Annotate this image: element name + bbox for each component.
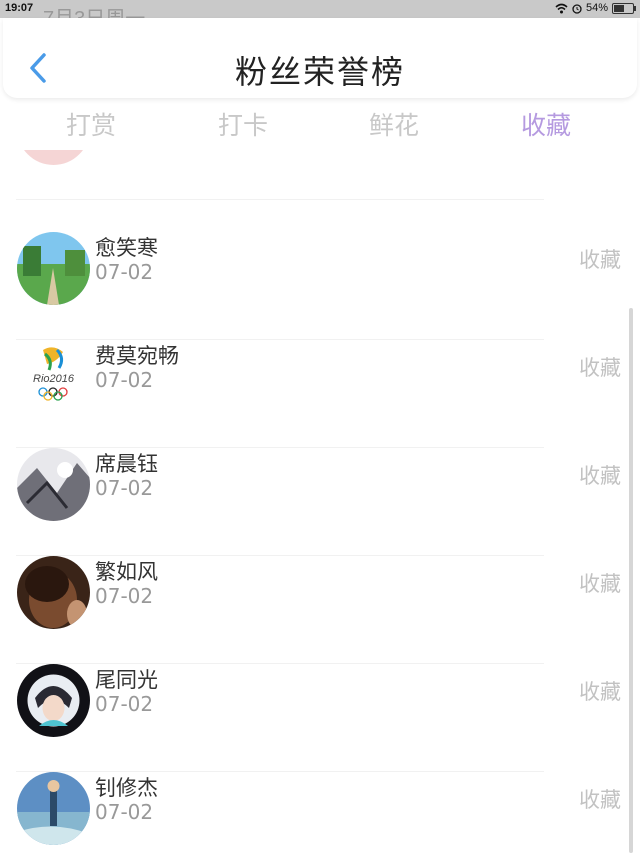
page-title: 粉丝荣誉榜	[234, 53, 405, 91]
list-item[interactable]: 尾同光 07-02 收藏	[0, 664, 624, 772]
battery-percent: 54%	[585, 2, 608, 14]
fan-action-label: 收藏	[579, 248, 621, 272]
list-item[interactable]: 07-02	[0, 150, 624, 200]
list-item[interactable]: 繁如风 07-02 收藏	[0, 556, 624, 664]
fan-name: 席晨钰	[95, 452, 158, 476]
avatar	[17, 150, 90, 165]
fan-list[interactable]: 07-02 愈笑寒 07-02 收藏 Rio2016	[0, 150, 624, 853]
alarm-icon	[572, 3, 582, 14]
fan-action-label: 收藏	[579, 464, 621, 488]
avatar	[17, 664, 90, 737]
battery-icon	[612, 2, 636, 14]
fan-date: 07-02	[95, 800, 154, 824]
row-divider	[16, 199, 544, 200]
list-item[interactable]: 钊修杰 07-02 收藏	[0, 772, 624, 853]
wifi-icon	[555, 3, 568, 13]
list-item[interactable]: 愈笑寒 07-02 收藏	[0, 232, 624, 340]
fan-action-label: 收藏	[579, 356, 621, 380]
fan-date: 07-02	[95, 476, 154, 500]
tab-bar: 打赏 打卡 鲜花 收藏	[0, 106, 640, 146]
tab-reward[interactable]: 打赏	[41, 106, 141, 142]
svg-text:Rio2016: Rio2016	[33, 373, 75, 385]
list-item[interactable]: Rio2016 费莫宛畅 07-02 收藏	[0, 340, 624, 448]
fan-action-label: 收藏	[579, 572, 621, 596]
avatar: Rio2016	[17, 340, 90, 413]
tab-checkin[interactable]: 打卡	[193, 106, 293, 142]
list-item[interactable]: 席晨钰 07-02 收藏	[0, 448, 624, 556]
status-time: 19:07	[5, 2, 34, 14]
fan-date: 07-02	[95, 260, 154, 284]
fan-date: 07-02	[95, 368, 154, 392]
fan-name: 愈笑寒	[95, 236, 158, 260]
fan-action-label: 收藏	[579, 680, 621, 704]
fan-date: 07-02	[95, 584, 154, 608]
fan-name: 尾同光	[95, 668, 158, 692]
scrollbar[interactable]	[629, 308, 633, 853]
fan-name: 费莫宛畅	[95, 344, 179, 368]
fan-name: 钊修杰	[95, 776, 158, 800]
fan-date: 07-02	[95, 692, 154, 716]
avatar	[17, 556, 90, 629]
avatar	[17, 772, 90, 845]
nav-header: 粉丝荣誉榜	[3, 18, 637, 98]
fan-action-label: 收藏	[579, 788, 621, 812]
avatar	[17, 448, 90, 521]
fan-name: 繁如风	[95, 560, 158, 584]
tab-flowers[interactable]: 鲜花	[344, 106, 444, 142]
status-right: 54%	[555, 2, 636, 14]
avatar	[17, 232, 90, 305]
tab-favorites[interactable]: 收藏	[496, 106, 596, 142]
status-bar: 19:07 7月3日周一 54%	[0, 0, 640, 30]
